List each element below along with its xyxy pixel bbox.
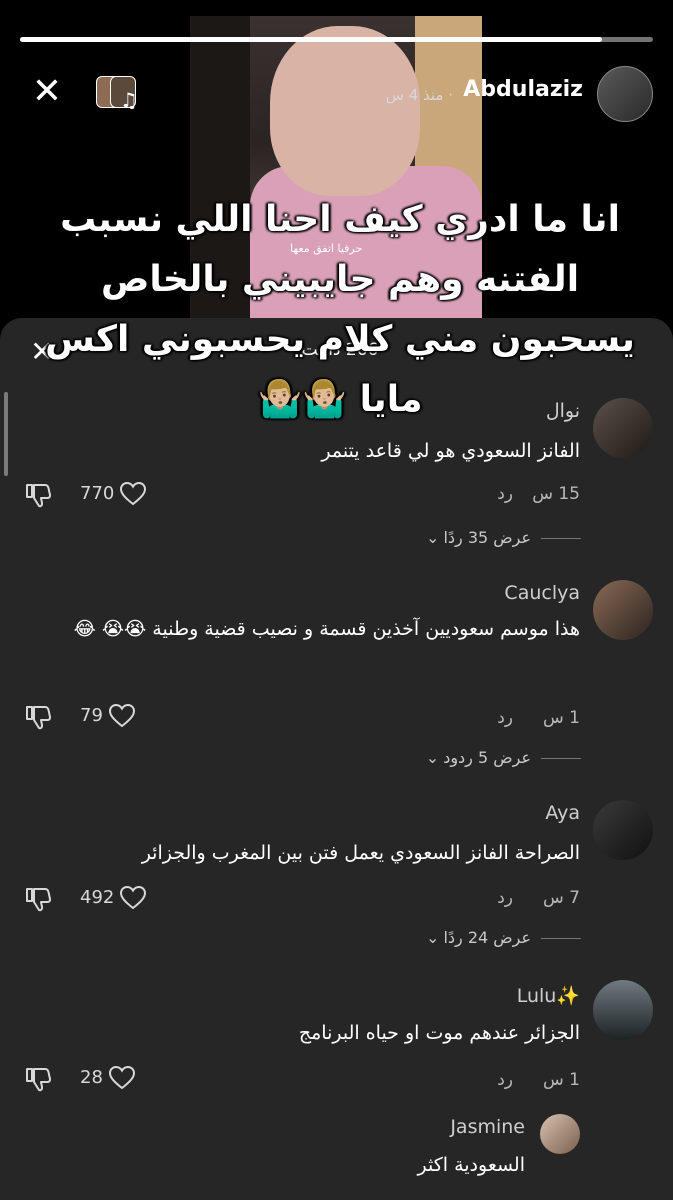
view-replies-button[interactable]: عرض 35 ردًا⌄ bbox=[426, 528, 581, 547]
comment-time: 1 س bbox=[543, 708, 580, 728]
scrollbar[interactable] bbox=[4, 392, 8, 476]
chevron-down-icon: ⌄ bbox=[426, 528, 440, 547]
story-avatar[interactable] bbox=[597, 66, 653, 122]
dislike-icon[interactable] bbox=[24, 482, 52, 508]
story-username[interactable]: Abdulaziz bbox=[463, 77, 583, 102]
dislike-icon[interactable] bbox=[24, 1066, 52, 1092]
comment-time: 15 س bbox=[532, 484, 580, 504]
view-replies-button[interactable]: عرض 5 ردود⌄ bbox=[426, 748, 581, 767]
reply-button[interactable]: رد bbox=[497, 708, 513, 728]
heart-icon bbox=[108, 704, 135, 728]
comment-username[interactable]: Lulu✨ bbox=[517, 984, 580, 1007]
comment-text: الصراحة الفانز السعودي يعمل فتن بين المغ… bbox=[141, 842, 580, 864]
overlay-line: مايا 🤷🏼‍♂️🤷🏼‍♂️ bbox=[257, 379, 423, 420]
comment-time: 7 س bbox=[543, 888, 580, 908]
heart-icon bbox=[120, 482, 147, 506]
story-progress-bar bbox=[20, 37, 653, 42]
overlay-line: يسحبون مني كلام يحسبوني اكس bbox=[45, 319, 635, 360]
chevron-down-icon: ⌄ bbox=[425, 748, 440, 767]
overlay-line: الفتنه وهم جايبيني بالخاص bbox=[100, 259, 580, 300]
view-replies-button[interactable]: عرض 24 ردًا⌄ bbox=[426, 928, 581, 947]
like-count: 28 bbox=[80, 1067, 103, 1088]
dislike-icon[interactable] bbox=[24, 704, 52, 730]
divider bbox=[541, 938, 581, 939]
story-progress-fill bbox=[20, 37, 603, 42]
like-count: 770 bbox=[80, 483, 115, 504]
avatar[interactable] bbox=[593, 580, 653, 640]
comment-username[interactable]: Aya bbox=[545, 802, 580, 824]
heart-icon bbox=[120, 886, 147, 910]
like-button[interactable]: 28 bbox=[80, 1066, 135, 1090]
like-button[interactable]: 492 bbox=[80, 886, 147, 910]
view-replies-label: عرض 5 ردود bbox=[443, 748, 531, 767]
divider bbox=[541, 538, 581, 539]
sound-button[interactable]: ♫ bbox=[96, 74, 140, 112]
view-replies-label: عرض 24 ردًا bbox=[443, 928, 531, 947]
heart-icon bbox=[108, 1066, 135, 1090]
reply-button[interactable]: رد bbox=[497, 1070, 513, 1090]
like-button[interactable]: 770 bbox=[80, 482, 147, 506]
reply-button[interactable]: رد bbox=[497, 484, 513, 504]
like-count: 79 bbox=[80, 705, 103, 726]
comment-text: السعودية اكثر bbox=[417, 1154, 525, 1176]
avatar[interactable] bbox=[593, 980, 653, 1040]
like-count: 492 bbox=[80, 887, 115, 908]
view-replies-label: عرض 35 ردًا bbox=[443, 528, 531, 547]
reply-button[interactable]: رد bbox=[497, 888, 513, 908]
comment-text: الفانز السعودي هو لي قاعد يتنمر bbox=[321, 440, 580, 462]
comment-time: 1 س bbox=[543, 1070, 580, 1090]
like-button[interactable]: 79 bbox=[80, 704, 135, 728]
close-story-button[interactable]: ✕ bbox=[30, 74, 64, 110]
story-time: منذ 4 س · bbox=[385, 86, 453, 104]
story-overlay-text: انا ما ادري كيف احنا اللي نسبب الفتنه وه… bbox=[40, 190, 640, 430]
avatar[interactable] bbox=[540, 1114, 580, 1154]
comment-username[interactable]: Jasmine bbox=[450, 1116, 525, 1138]
dislike-icon[interactable] bbox=[24, 886, 52, 912]
overlay-line: انا ما ادري كيف احنا اللي نسبب bbox=[60, 199, 620, 240]
comment-text: هذا موسم سعوديين آخذين قسمة و نصيب قضية … bbox=[73, 618, 580, 640]
video-face bbox=[270, 26, 420, 196]
comment-text: الجزائر عندهم موت او حياه البرنامج bbox=[298, 1022, 580, 1044]
comment-username[interactable]: Cauclya bbox=[504, 582, 580, 604]
close-icon: ✕ bbox=[31, 71, 63, 112]
music-note-icon: ♫ bbox=[120, 88, 138, 112]
avatar[interactable] bbox=[593, 800, 653, 860]
divider bbox=[541, 758, 581, 759]
chevron-down-icon: ⌄ bbox=[426, 928, 440, 947]
